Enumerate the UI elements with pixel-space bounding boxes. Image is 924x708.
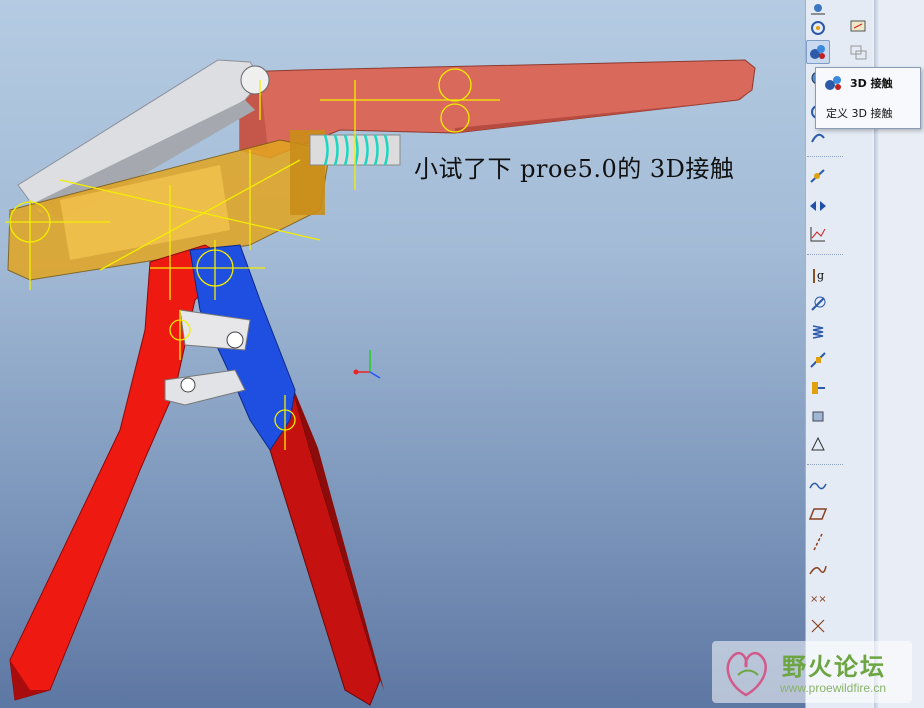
popup-item-define-3d-contact[interactable]: 定义 3D 接触 [816,100,920,126]
servo-motor-icon[interactable] [846,14,870,38]
mechanism-analysis-icon[interactable] [806,164,830,188]
mechanism-model[interactable] [0,0,805,708]
coordinate-system-icon[interactable] [806,614,830,638]
3d-viewport[interactable]: 小试了下 proe5.0的 3D接触 [0,0,805,708]
point-icon[interactable]: ×× [806,586,830,610]
sketch-curve-icon[interactable] [806,558,830,582]
drag-components-icon[interactable] [806,14,830,38]
toolbar-separator [807,156,843,157]
connection-icon[interactable] [846,40,870,64]
toolbar-separator [807,254,843,255]
svg-text:g: g [817,269,824,282]
popup-item-3d-contact[interactable]: 3D 接触 [816,70,920,96]
damper-icon[interactable] [806,348,830,372]
caption-text: 小试了下 proe5.0的 3D接触 [414,155,735,183]
gravity-icon[interactable]: g [806,264,830,288]
origin-triad [353,350,381,379]
plane-icon[interactable] [806,502,830,526]
bushing-load-icon[interactable] [806,376,830,400]
forum-logo [726,651,767,697]
forum-watermark: 野火论坛 www.proewildfire.cn [712,641,912,703]
popup-item-label: 定义 3D 接触 [826,107,893,120]
contact-popup-menu: 3D 接触 定义 3D 接触 [815,67,921,129]
toolbar-separator [807,464,843,465]
spring-icon[interactable] [806,320,830,344]
watermark-title: 野火论坛 [782,653,886,681]
3d-contact-icon [825,76,841,90]
axis-icon[interactable] [806,530,830,554]
measure-icon[interactable] [806,222,830,246]
belt-icon[interactable] [806,126,830,150]
3d-contact-icon[interactable] [806,40,830,64]
popup-item-label: 3D 接触 [850,77,893,90]
mass-properties-icon[interactable] [806,404,830,428]
force-motor-icon[interactable] [806,292,830,316]
initial-condition-icon[interactable] [806,432,830,456]
playback-icon[interactable] [806,194,830,218]
curve-icon[interactable] [806,474,830,498]
watermark-url: www.proewildfire.cn [780,681,887,695]
svg-text:××: ×× [810,594,827,605]
